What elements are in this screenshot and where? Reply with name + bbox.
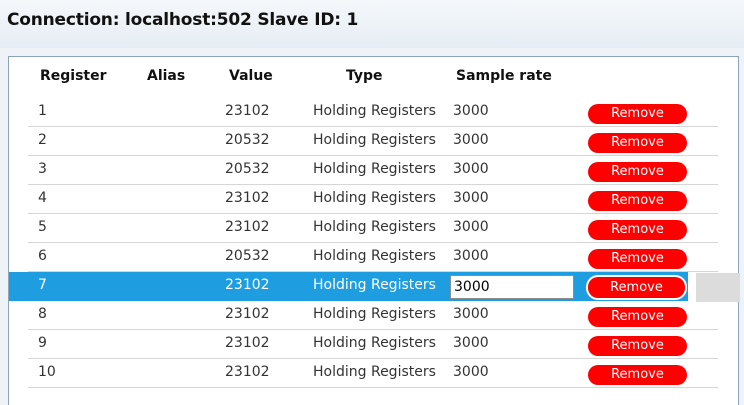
value-cell: 20532 <box>225 161 270 177</box>
type-cell: Holding Registers <box>313 103 436 119</box>
connection-title: Connection: localhost:502 Slave ID: 1 <box>7 10 359 30</box>
type-cell: Holding Registers <box>313 161 436 177</box>
type-cell: Holding Registers <box>313 219 436 235</box>
column-header-type[interactable]: Type <box>346 68 383 84</box>
type-cell: Holding Registers <box>313 364 436 380</box>
value-cell: 20532 <box>225 132 270 148</box>
remove-button[interactable]: Remove <box>588 104 687 124</box>
value-cell: 23102 <box>225 190 270 206</box>
value-cell: 23102 <box>225 103 270 119</box>
register-cell: 8 <box>38 306 47 322</box>
value-cell: 20532 <box>225 248 270 264</box>
table-row[interactable]: 8 23102 Holding Registers 3000 Remove <box>28 301 718 330</box>
type-cell: Holding Registers <box>313 248 436 264</box>
type-cell: Holding Registers <box>313 190 436 206</box>
sample-rate-cell: 3000 <box>453 248 489 264</box>
sample-rate-cell: 3000 <box>453 132 489 148</box>
register-cell: 2 <box>38 132 47 148</box>
scrollbar-stub[interactable] <box>696 273 740 302</box>
value-cell: 23102 <box>225 306 270 322</box>
type-cell: Holding Registers <box>313 306 436 322</box>
register-cell: 6 <box>38 248 47 264</box>
sample-rate-input[interactable] <box>450 275 574 299</box>
sample-rate-cell: 3000 <box>453 103 489 119</box>
sample-rate-cell: 3000 <box>453 364 489 380</box>
register-cell: 1 <box>38 103 47 119</box>
remove-button[interactable]: Remove <box>588 162 687 182</box>
sample-rate-cell: 3000 <box>453 306 489 322</box>
registers-table: Register Alias Value Type Sample rate 1 2… <box>8 56 740 405</box>
table-row[interactable]: 6 20532 Holding Registers 3000 Remove <box>28 243 718 272</box>
column-header-sample-rate[interactable]: Sample rate <box>456 68 552 84</box>
column-header-register[interactable]: Register <box>40 68 107 84</box>
table-row[interactable]: 2 20532 Holding Registers 3000 Remove <box>28 127 718 156</box>
remove-button[interactable]: Remove <box>588 133 687 153</box>
sample-rate-cell: 3000 <box>453 219 489 235</box>
column-header-alias[interactable]: Alias <box>147 68 185 84</box>
table-row[interactable]: 5 23102 Holding Registers 3000 Remove <box>28 214 718 243</box>
remove-button[interactable]: Remove <box>588 220 687 240</box>
table-row[interactable]: 3 20532 Holding Registers 3000 Remove <box>28 156 718 185</box>
type-cell: Holding Registers <box>313 132 436 148</box>
table-row[interactable]: 1 23102 Holding Registers 3000 Remove <box>28 98 718 127</box>
value-cell: 23102 <box>225 219 270 235</box>
value-cell: 23102 <box>225 277 270 293</box>
type-cell: Holding Registers <box>313 335 436 351</box>
remove-button[interactable]: Remove <box>588 307 687 327</box>
table-row[interactable]: 4 23102 Holding Registers 3000 Remove <box>28 185 718 214</box>
register-cell: 9 <box>38 335 47 351</box>
register-cell: 4 <box>38 190 47 206</box>
remove-button[interactable]: Remove <box>588 336 687 356</box>
sample-rate-cell: 3000 <box>453 190 489 206</box>
sample-rate-cell: 3000 <box>453 161 489 177</box>
remove-button[interactable]: Remove <box>588 277 685 298</box>
register-cell: 3 <box>38 161 47 177</box>
register-cell: 7 <box>38 277 47 293</box>
remove-button[interactable]: Remove <box>588 249 687 269</box>
type-cell: Holding Registers <box>313 277 436 293</box>
connection-header: Connection: localhost:502 Slave ID: 1 <box>0 0 744 48</box>
table-row[interactable]: 10 23102 Holding Registers 3000 Remove <box>28 359 718 388</box>
sample-rate-cell: 3000 <box>453 335 489 351</box>
value-cell: 23102 <box>225 364 270 380</box>
table-row-selected[interactable]: 7 23102 Holding Registers Remove <box>9 272 688 301</box>
value-cell: 23102 <box>225 335 270 351</box>
table-row[interactable]: 9 23102 Holding Registers 3000 Remove <box>28 330 718 359</box>
remove-button[interactable]: Remove <box>588 191 687 211</box>
remove-button[interactable]: Remove <box>588 365 687 385</box>
register-cell: 10 <box>38 364 56 380</box>
column-header-value[interactable]: Value <box>229 68 273 84</box>
register-cell: 5 <box>38 219 47 235</box>
